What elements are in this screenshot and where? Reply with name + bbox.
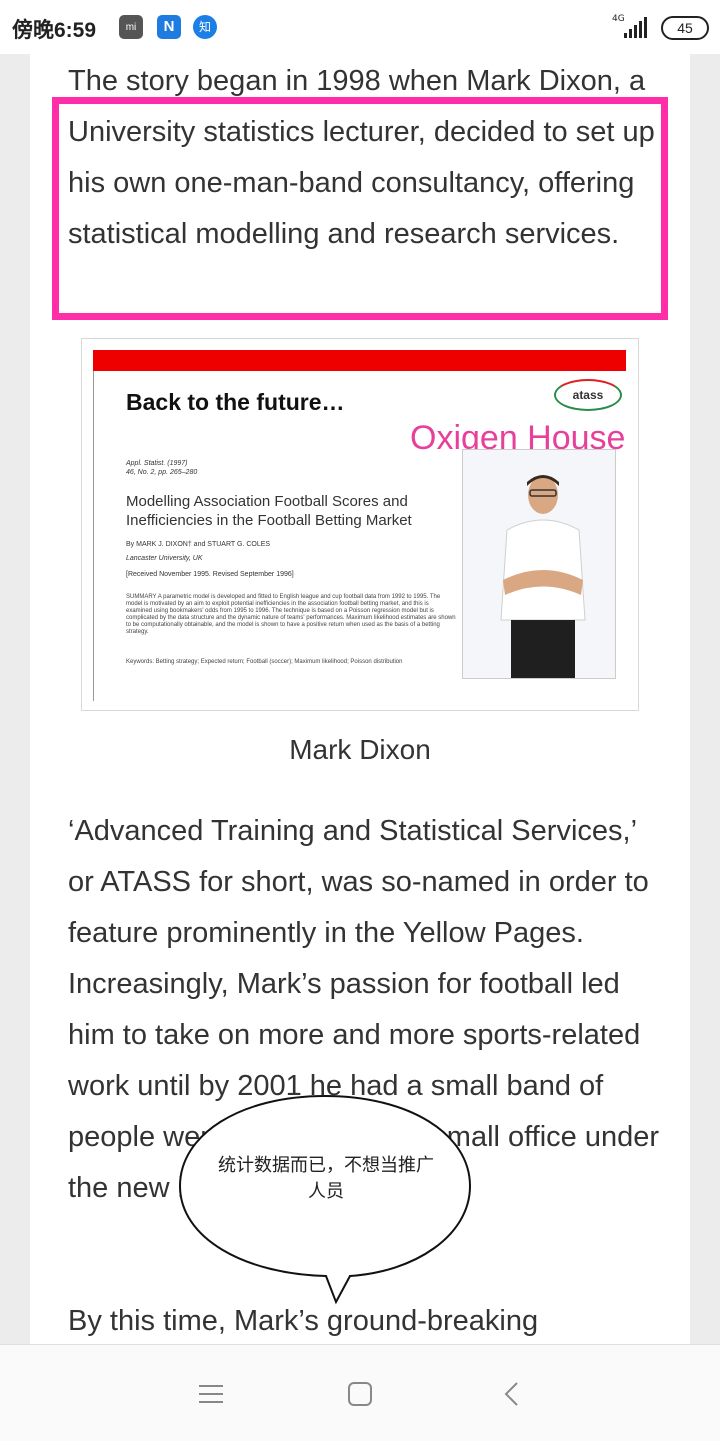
highlight-box [52, 97, 668, 320]
status-bar: 傍晚6:59 mi N 知 4G 45 [0, 0, 720, 54]
zhihu-icon: 知 [193, 15, 217, 39]
person-illustration [500, 475, 586, 678]
paper-title: Modelling Association Football Scores an… [126, 493, 412, 529]
paper-affiliation: Lancaster University, UK [126, 555, 203, 562]
paper-authors: By MARK J. DIXON† and STUART G. COLES [126, 541, 271, 548]
paper-summary: SUMMARY A parametric model is developed … [126, 594, 456, 635]
paper-keywords: Keywords: Betting strategy; Expected ret… [126, 659, 403, 665]
network-type: 4G [612, 14, 625, 24]
article-figure: Back to the future… atass Oxigen House A… [81, 338, 639, 711]
back-icon[interactable] [497, 1379, 527, 1409]
battery-indicator: 45 [661, 16, 709, 40]
atass-logo-icon: atass [554, 379, 622, 411]
signal-icon: 4G [612, 14, 647, 38]
figure-citation: Appl. Statist. (1997) 46, No. 2, pp. 265… [126, 459, 246, 477]
citation-journal: Appl. Statist. (1997) [126, 460, 188, 467]
figure-red-bar [93, 350, 626, 371]
navigation-bar [0, 1344, 720, 1441]
figure-heading: Back to the future… [126, 389, 345, 415]
home-icon[interactable] [345, 1379, 375, 1409]
figure-caption: Mark Dixon [289, 734, 431, 765]
status-time: 傍晚6:59 [12, 19, 97, 42]
speech-bubble-text: 统计数据而已，不想当推广人员 [218, 1155, 434, 1202]
paper-received: [Received November 1995. Revised Septemb… [126, 571, 294, 578]
menu-icon[interactable] [196, 1379, 226, 1409]
citation-volume: 46, No. 2, pp. 265–280 [126, 469, 198, 476]
person-photo [462, 449, 616, 679]
figure-left-rule [93, 371, 94, 701]
mi-icon: mi [119, 15, 143, 39]
n-app-icon: N [157, 15, 181, 39]
